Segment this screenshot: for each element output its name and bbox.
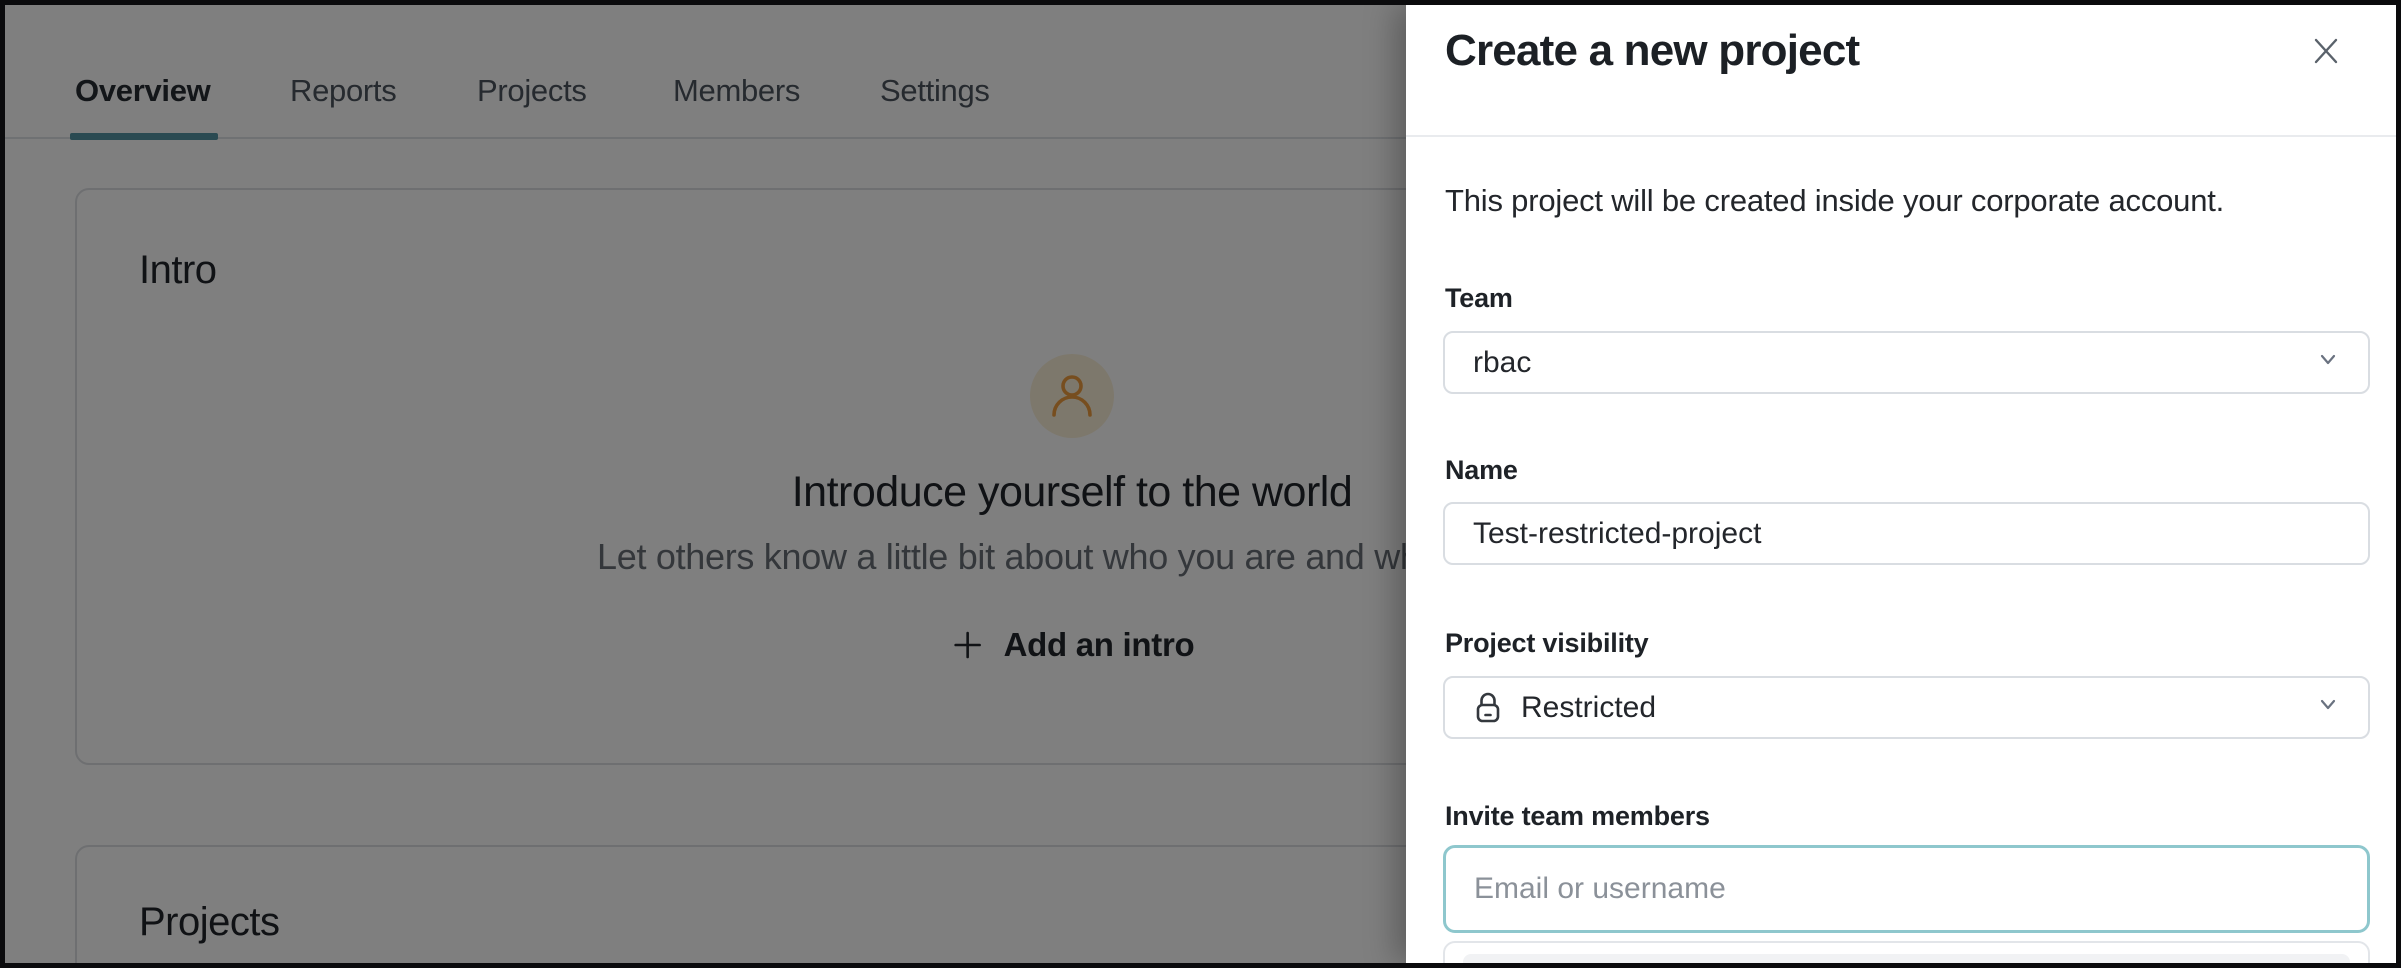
visibility-label: Project visibility: [1445, 628, 1648, 659]
drawer-header: Create a new project: [1406, 5, 2396, 137]
suggestion-loading-skeleton: [1463, 954, 2350, 963]
name-label: Name: [1445, 455, 1518, 486]
invite-members-input[interactable]: [1443, 845, 2370, 933]
chevron-down-icon: [2312, 343, 2344, 383]
visibility-select-value: Restricted: [1521, 691, 1656, 725]
drawer-description: This project will be created inside your…: [1445, 183, 2224, 219]
close-icon: [2309, 34, 2343, 68]
chevron-down-icon: [2312, 688, 2344, 728]
lock-icon: [1473, 691, 1503, 725]
close-button[interactable]: [2302, 27, 2350, 75]
create-project-drawer: Create a new project This project will b…: [1406, 5, 2396, 963]
invite-label: Invite team members: [1445, 801, 1710, 832]
drawer-title: Create a new project: [1445, 26, 1859, 76]
team-select-value: rbac: [1473, 346, 1531, 380]
visibility-select[interactable]: Restricted: [1443, 676, 2370, 739]
team-label: Team: [1445, 283, 1513, 314]
team-select[interactable]: rbac: [1443, 331, 2370, 394]
invite-suggestions-panel: [1443, 941, 2370, 963]
project-name-input[interactable]: [1443, 502, 2370, 565]
app-window: Overview Reports Projects Members Settin…: [0, 0, 2401, 968]
